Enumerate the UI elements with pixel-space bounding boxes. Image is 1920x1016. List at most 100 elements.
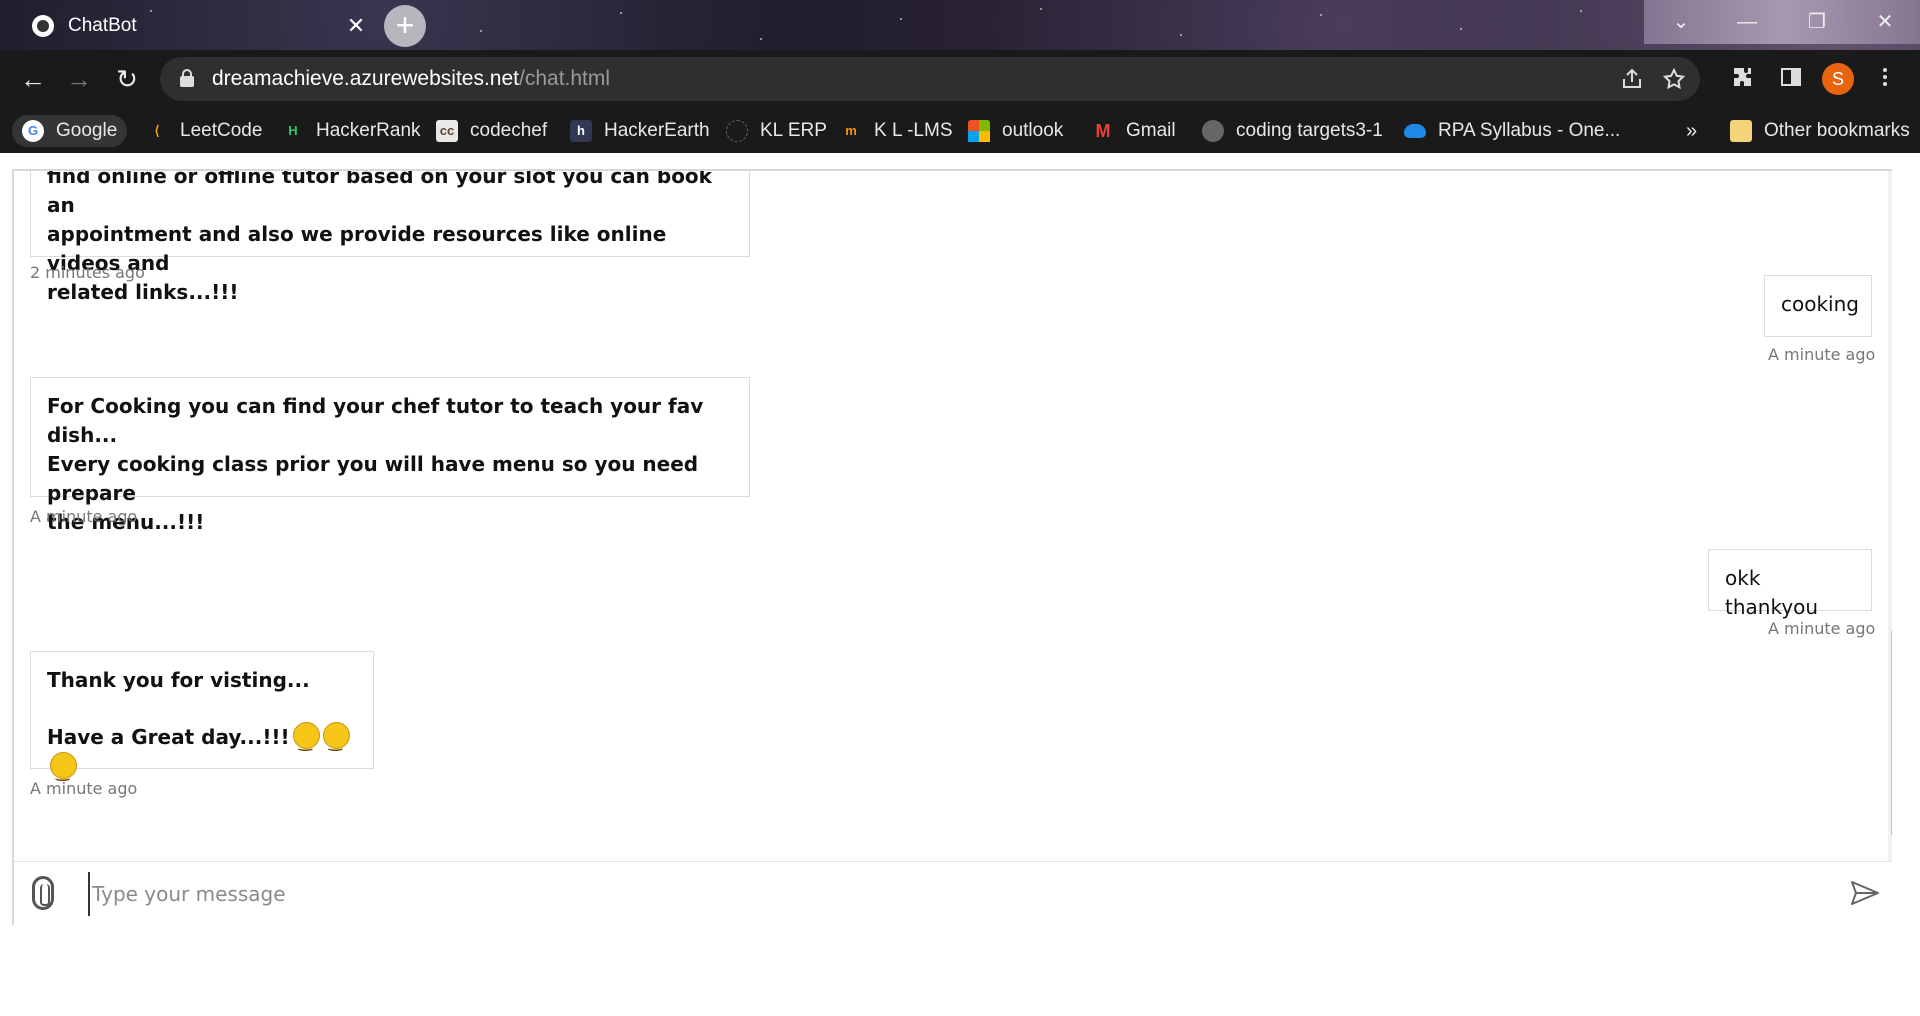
message-line-with-emoji: Have a Great day...!!! xyxy=(47,722,357,786)
share-icon[interactable] xyxy=(1620,67,1644,97)
background-star xyxy=(480,30,482,32)
profile-avatar[interactable]: S xyxy=(1822,63,1854,95)
page-content: find online or offline tutor based on yo… xyxy=(0,153,1920,1016)
address-url[interactable]: dreamachieve.azurewebsites.net/chat.html xyxy=(212,67,610,91)
bookmark-label: Gmail xyxy=(1126,120,1176,141)
google-icon: G xyxy=(22,120,44,142)
bookmark-outlook[interactable]: outlook xyxy=(968,115,1063,147)
background-star xyxy=(900,18,902,20)
message-list[interactable]: find online or offline tutor based on yo… xyxy=(14,171,1888,861)
leetcode-icon: ⟨ xyxy=(154,123,160,138)
bookmark-rpa-syllabus[interactable]: RPA Syllabus - One... xyxy=(1404,115,1620,147)
background-star xyxy=(620,12,622,14)
bookmark-star-icon[interactable] xyxy=(1662,67,1686,97)
message-timestamp: A minute ago xyxy=(30,779,138,798)
smiling-face-emoji xyxy=(50,752,77,786)
bookmark-label: HackerRank xyxy=(316,120,421,141)
menu-icon[interactable] xyxy=(1870,65,1900,97)
forward-button[interactable]: → xyxy=(64,64,94,94)
new-tab-button[interactable]: + xyxy=(384,5,426,47)
bookmark-label: Google xyxy=(56,120,118,141)
bookmark-coding-targets[interactable]: coding targets3-1 xyxy=(1202,115,1383,147)
message-line: Have a Great day...!!! xyxy=(47,725,290,749)
globe-icon xyxy=(1202,120,1224,142)
globe-icon xyxy=(32,15,54,37)
bookmark-codechef[interactable]: cc codechef xyxy=(436,115,547,147)
scroll-down-arrow-icon[interactable]: ▼ xyxy=(1888,843,1892,859)
browser-toolbar: ← → ↻ dreamachieve.azurewebsites.net/cha… xyxy=(0,50,1920,108)
message-line: Thank you for visting... xyxy=(47,668,310,692)
message-line: find online or offline tutor based on yo… xyxy=(47,169,712,217)
restore-icon[interactable]: ❐ xyxy=(1784,0,1850,44)
lock-icon xyxy=(180,69,194,87)
message-line: For Cooking you can find your chef tutor… xyxy=(47,394,704,447)
bookmark-label: HackerEarth xyxy=(604,120,710,141)
bookmark-label: LeetCode xyxy=(180,120,263,141)
url-path: /chat.html xyxy=(519,67,611,90)
tab-search-icon[interactable]: ⌄ xyxy=(1648,0,1714,44)
address-bar[interactable]: dreamachieve.azurewebsites.net/chat.html xyxy=(160,57,1700,101)
scroll-up-arrow-icon[interactable]: ▲ xyxy=(1888,173,1892,189)
scrollbar-thumb[interactable] xyxy=(1891,631,1892,835)
message-line: Every cooking class prior you will have … xyxy=(47,452,699,505)
bot-message: find online or offline tutor based on yo… xyxy=(30,169,750,304)
tab-title: ChatBot xyxy=(68,15,137,36)
bookmark-label: K L -LMS xyxy=(874,120,953,141)
tab-strip: ChatBot ✕ + ⌄ — ❐ ✕ xyxy=(0,0,1920,50)
kl-erp-icon xyxy=(726,120,748,142)
bookmark-label: outlook xyxy=(1002,120,1064,141)
onedrive-icon xyxy=(1404,124,1426,138)
attachment-paperclip-icon[interactable] xyxy=(32,876,54,910)
message-line: the menu...!!! xyxy=(47,510,205,534)
tab-chatbot[interactable]: ChatBot ✕ xyxy=(14,6,374,46)
bookmark-kl-lms[interactable]: m K L -LMS xyxy=(840,115,953,147)
bookmark-hackerrank[interactable]: H HackerRank xyxy=(282,115,421,147)
gmail-icon: M xyxy=(1095,121,1111,141)
user-message: okk thankyou xyxy=(1708,549,1872,619)
bot-message: For Cooking you can find your chef tutor… xyxy=(30,377,750,534)
bookmarks-overflow-button[interactable]: » xyxy=(1686,115,1697,147)
extensions-icon[interactable] xyxy=(1728,65,1758,97)
message-text: cooking xyxy=(1781,292,1859,316)
send-icon[interactable] xyxy=(1850,880,1880,906)
reload-button[interactable]: ↻ xyxy=(112,64,142,94)
hackerearth-icon: h xyxy=(570,120,592,142)
tab-close-icon[interactable]: ✕ xyxy=(342,13,370,39)
background-star xyxy=(1320,14,1322,16)
codechef-icon: cc xyxy=(436,120,458,142)
bookmark-hackerearth[interactable]: h HackerEarth xyxy=(570,115,710,147)
user-message: cooking xyxy=(1764,275,1872,337)
bookmark-google[interactable]: G Google xyxy=(12,115,128,147)
message-timestamp: 2 minutes ago xyxy=(30,263,145,282)
minimize-icon[interactable]: — xyxy=(1714,0,1780,44)
message-line: appointment and also we provide resource… xyxy=(47,222,667,275)
back-button[interactable]: ← xyxy=(18,64,48,94)
window-close-icon[interactable]: ✕ xyxy=(1852,0,1918,44)
background-star xyxy=(1040,8,1042,10)
bot-message: Thank you for visting... Have a Great da… xyxy=(30,651,374,786)
smiling-face-emoji xyxy=(322,722,350,756)
message-timestamp: A minute ago xyxy=(30,507,138,526)
folder-icon xyxy=(1730,120,1752,142)
url-host: dreamachieve.azurewebsites.net xyxy=(212,67,520,90)
smiling-face-emoji xyxy=(292,722,320,756)
chat-scrollbar[interactable]: ▲ ▼ xyxy=(1888,171,1892,861)
bookmark-leetcode[interactable]: ⟨ LeetCode xyxy=(146,115,262,147)
bookmark-kl-erp[interactable]: KL ERP xyxy=(726,115,827,147)
message-timestamp: A minute ago xyxy=(1768,345,1876,364)
bookmark-label: RPA Syllabus - One... xyxy=(1438,120,1621,141)
other-bookmarks[interactable]: Other bookmarks xyxy=(1730,115,1910,147)
side-panel-icon[interactable] xyxy=(1776,65,1806,97)
other-bookmarks-label: Other bookmarks xyxy=(1764,120,1910,141)
bookmark-label: codechef xyxy=(470,120,548,141)
message-timestamp: A minute ago xyxy=(1768,619,1876,638)
bookmark-label: coding targets3-1 xyxy=(1236,120,1383,141)
message-input[interactable] xyxy=(88,872,1828,916)
background-star xyxy=(1460,28,1462,30)
microsoft-icon xyxy=(968,120,990,142)
background-star xyxy=(1180,34,1182,36)
background-star xyxy=(1580,10,1582,12)
kl-lms-icon: m xyxy=(845,123,857,138)
message-composer xyxy=(14,861,1892,925)
bookmark-gmail[interactable]: M Gmail xyxy=(1092,115,1176,147)
